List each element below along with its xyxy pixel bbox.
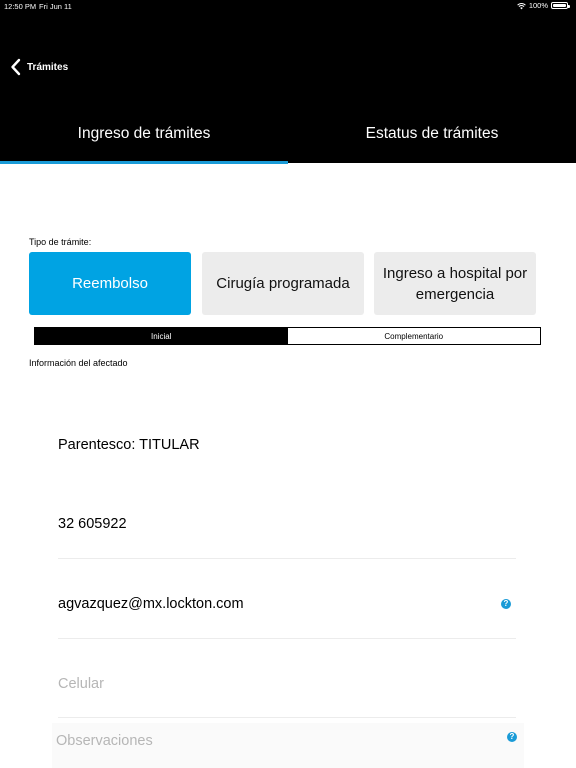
battery-icon	[551, 2, 570, 9]
cirugia-programada-button[interactable]: Cirugía programada	[202, 252, 364, 315]
top-bar: 12:50 PM Fri Jun 11 100% Trámites Ingres…	[0, 0, 576, 163]
divider	[58, 558, 516, 559]
back-label: Trámites	[27, 61, 69, 73]
celular-field[interactable]: Celular	[58, 676, 516, 692]
status-time: 12:50 PM	[4, 2, 37, 11]
tab-ingreso-tramites[interactable]: Ingreso de trámites	[0, 110, 288, 162]
wifi-icon	[517, 2, 526, 9]
parentesco-value: Parentesco: TITULAR	[58, 437, 200, 453]
ingreso-hospital-button[interactable]: Ingreso a hospital por emergencia	[374, 252, 536, 315]
ingreso-hospital-label: Ingreso a hospital por emergencia	[382, 264, 528, 303]
help-icon[interactable]: ?	[501, 599, 511, 609]
back-button[interactable]: Trámites	[10, 58, 68, 76]
segment-inicial[interactable]: Inicial	[35, 328, 288, 344]
tab-estatus-tramites[interactable]: Estatus de trámites	[288, 110, 576, 162]
status-bar: 12:50 PM Fri Jun 11 100%	[0, 1, 576, 13]
reembolso-label: Reembolso	[72, 275, 148, 292]
observaciones-placeholder: Observaciones	[56, 733, 153, 749]
cirugia-programada-label: Cirugía programada	[216, 275, 350, 292]
divider	[58, 638, 516, 639]
battery-percent: 100%	[528, 1, 548, 10]
divider	[58, 717, 516, 718]
active-tab-indicator	[0, 161, 288, 164]
phone-field[interactable]: 32 605922	[58, 516, 516, 532]
email-field[interactable]: agvazquez@mx.lockton.com	[58, 596, 516, 612]
info-afectado-label: Información del afectado	[29, 358, 128, 368]
tipo-tramite-label: Tipo de trámite:	[29, 237, 92, 247]
reembolso-button[interactable]: Reembolso	[29, 252, 191, 315]
status-date: Fri Jun 11	[39, 2, 72, 11]
segmented-control: Inicial Complementario	[34, 327, 541, 345]
help-icon[interactable]: ?	[507, 732, 517, 742]
segment-complementario[interactable]: Complementario	[287, 328, 540, 344]
chevron-left-icon	[11, 58, 21, 76]
